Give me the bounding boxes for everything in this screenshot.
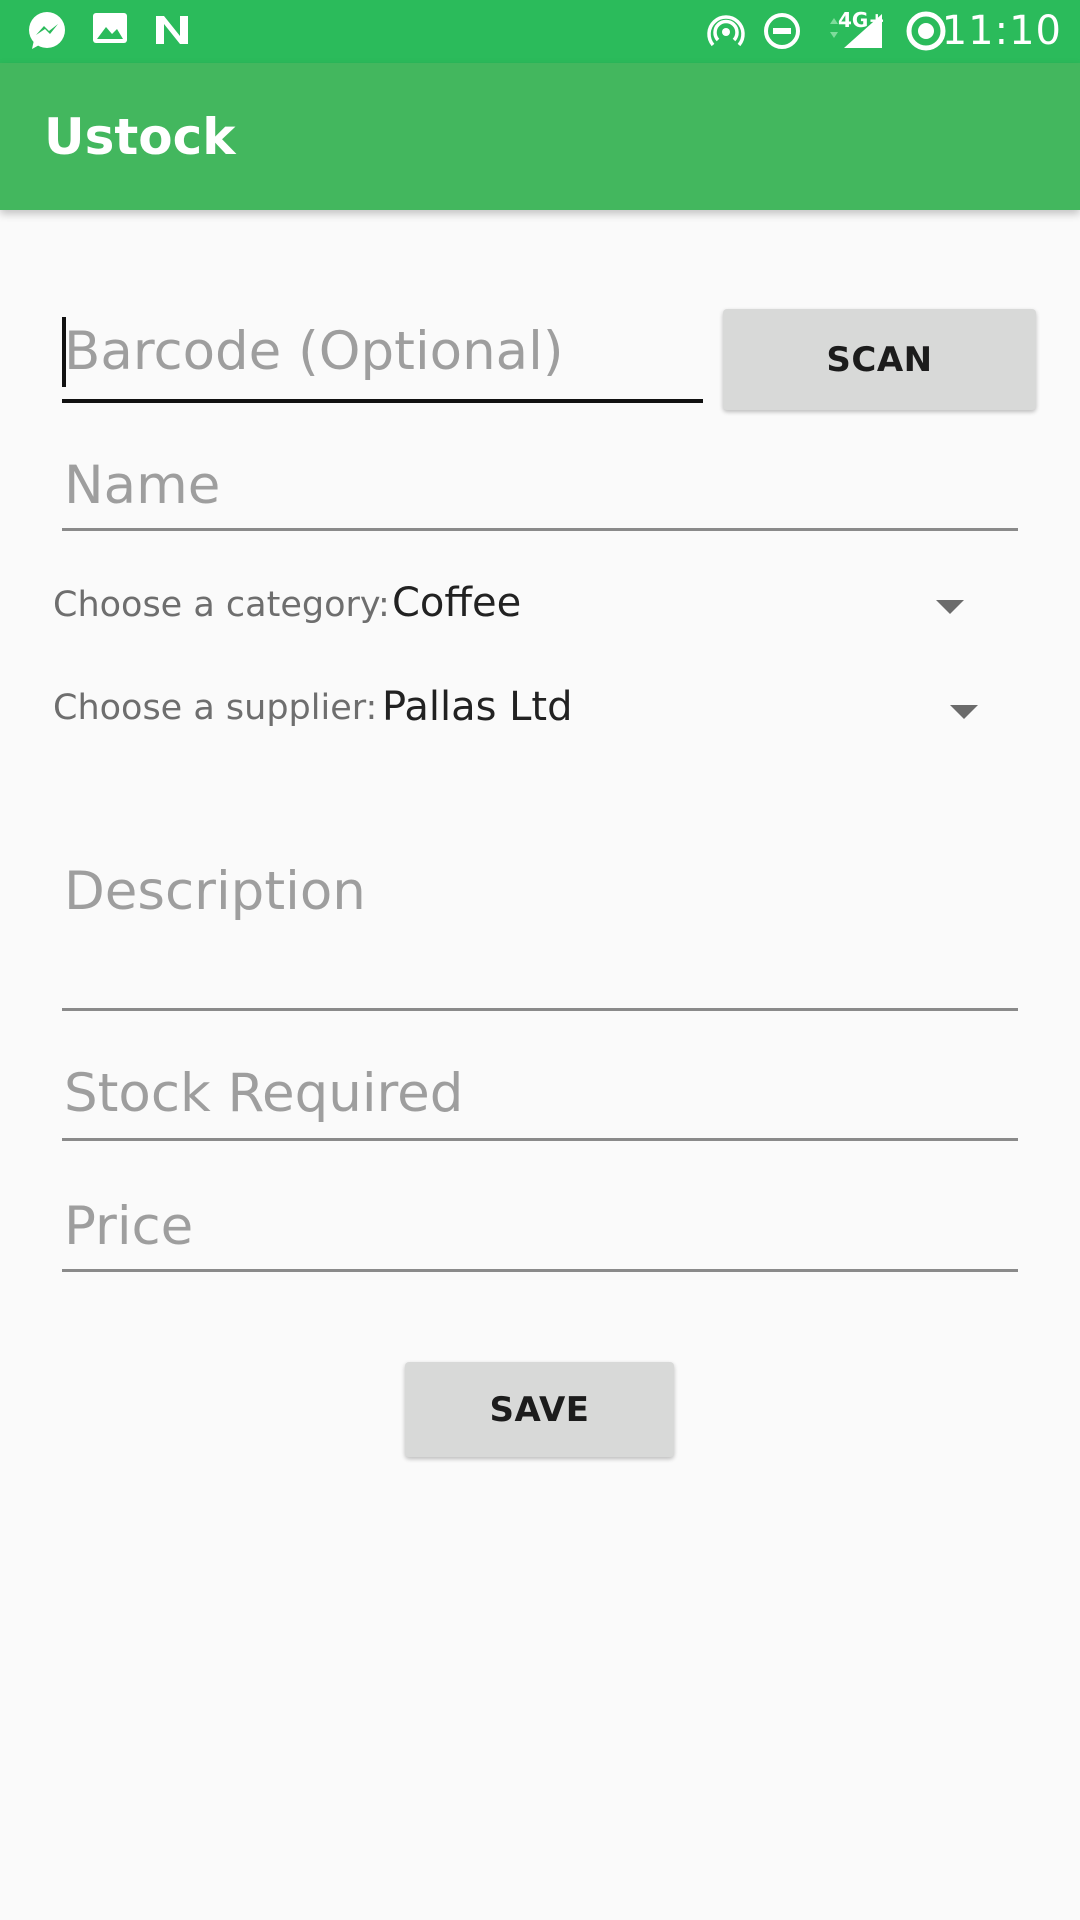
description-input[interactable]: Description <box>62 850 1018 1011</box>
supplier-spinner[interactable]: Pallas Ltd <box>372 672 992 747</box>
category-spinner[interactable]: Coffee <box>380 570 980 645</box>
scan-button[interactable]: SCAN <box>723 309 1036 410</box>
category-selected-value: Coffee <box>392 580 522 626</box>
barcode-input[interactable]: Barcode (Optional) <box>62 305 703 403</box>
messenger-icon <box>29 12 65 49</box>
n-app-icon <box>156 16 188 44</box>
image-icon <box>93 13 127 43</box>
status-time: 11:10 <box>941 8 1062 54</box>
scan-button-label: SCAN <box>826 339 933 380</box>
signal-icon <box>830 14 882 48</box>
description-placeholder: Description <box>64 861 366 922</box>
status-bar: 4G+ 11:10 <box>0 0 1080 63</box>
dnd-icon <box>764 13 800 49</box>
save-button-label: SAVE <box>489 1389 590 1430</box>
save-button[interactable]: SAVE <box>405 1362 674 1457</box>
chevron-down-icon <box>936 600 964 614</box>
barcode-placeholder: Barcode (Optional) <box>64 321 564 382</box>
price-input[interactable]: Price <box>62 1184 1018 1272</box>
hotspot-icon <box>707 15 745 47</box>
app-title: Ustock <box>44 108 236 166</box>
name-placeholder: Name <box>64 455 221 516</box>
price-placeholder: Price <box>64 1196 194 1257</box>
app-bar: Ustock <box>0 63 1080 210</box>
stock-required-input[interactable]: Stock Required <box>62 1053 1018 1141</box>
category-label: Choose a category: <box>53 585 390 625</box>
chevron-down-icon <box>950 705 978 719</box>
stock-required-placeholder: Stock Required <box>64 1063 464 1124</box>
supplier-label: Choose a supplier: <box>53 688 378 728</box>
name-input[interactable]: Name <box>62 445 1018 531</box>
supplier-selected-value: Pallas Ltd <box>382 684 573 730</box>
